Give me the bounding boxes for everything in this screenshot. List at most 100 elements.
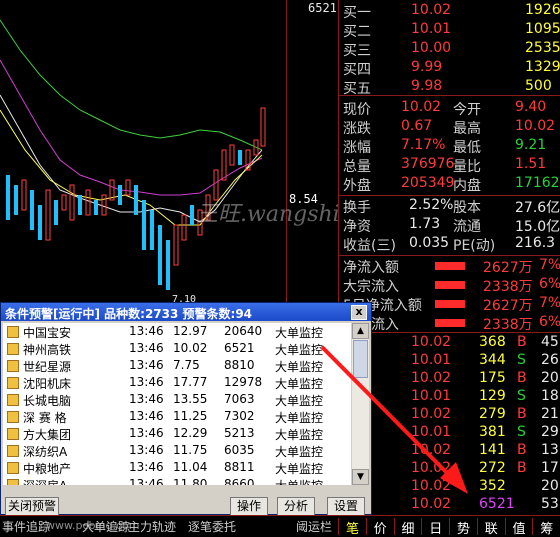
settings-button[interactable]: 设置	[327, 497, 365, 516]
stat2-row: 净资 1.73 流通 15.0亿	[339, 215, 560, 235]
alert-type: 大单监控	[275, 411, 324, 425]
book-label: 买三	[343, 43, 371, 59]
book-row[interactable]: 买一 10.02 1926	[339, 1, 560, 21]
stock-name: 深纺织A	[23, 445, 68, 459]
stock-name: 沈阳机床	[23, 377, 72, 391]
close-icon[interactable]: x	[351, 305, 367, 320]
stat2-label: 换手	[343, 200, 371, 216]
alert-icon	[7, 445, 19, 457]
tick-volume: 6521	[479, 496, 515, 512]
stat2-value: 2.52%	[409, 197, 454, 213]
tick-price: 10.01	[411, 352, 452, 368]
book-row[interactable]: 买三 10.00 2535	[339, 39, 560, 59]
list-item[interactable]: 方大集团 13:46 12.29 5213 大单监控	[3, 425, 351, 442]
tick-price: 10.01	[411, 388, 452, 404]
analyze-button[interactable]: 分析	[277, 497, 315, 516]
tick-volume: 129	[479, 388, 506, 404]
list-item[interactable]: 长城电脑 13:46 13.55 7063 大单监控	[3, 391, 351, 408]
tick-volume: 272	[479, 460, 506, 476]
stat-row: 涨幅 7.17% 最低 9.21	[339, 136, 560, 156]
tab-right-item[interactable]: 联	[476, 518, 505, 537]
list-item[interactable]: 深深房A 13:46 11.80 8660 大单监控	[3, 476, 351, 485]
flow-label: 大宗流入	[343, 279, 399, 295]
tick-count: 45	[541, 334, 559, 350]
stat2-label: PE(动)	[453, 238, 496, 254]
stat-value: 1.51	[515, 156, 547, 172]
close-alert-button[interactable]: 关闭预警	[5, 497, 59, 516]
stock-name: 深 赛 格	[23, 411, 67, 425]
book-volume: 500	[525, 78, 552, 94]
alert-icon	[7, 377, 19, 389]
book-volume: 1329	[525, 59, 560, 75]
alert-type: 大单监控	[275, 445, 324, 459]
alert-time: 13:46	[129, 375, 164, 389]
alert-price: 13.55	[173, 392, 208, 406]
tab-right-item[interactable]: 值	[504, 518, 533, 537]
flow-amount: 2627万	[483, 298, 533, 314]
list-item[interactable]: 神州高铁 13:46 10.02 6521 大单监控	[3, 340, 351, 357]
flow-amount: 2338万	[483, 279, 533, 295]
alert-time: 13:46	[129, 341, 164, 355]
tick-row: 10.01 129 S 18	[339, 387, 560, 407]
book-price: 9.98	[411, 78, 443, 94]
flow-label: 净流入额	[343, 260, 399, 276]
stat2-label: 净资	[343, 219, 371, 235]
tab-right-item[interactable]: 细	[393, 518, 422, 537]
alert-list[interactable]: 中国宝安 13:46 12.97 20640 大单监控 神州高铁 13:46 10.02 652…	[3, 323, 351, 485]
tick-price: 10.02	[411, 460, 452, 476]
scroll-up-icon[interactable]: ▲	[352, 323, 369, 339]
list-item[interactable]: 中粮地产 13:46 11.04 8811 大单监控	[3, 459, 351, 476]
dialog-titlebar[interactable]: 条件预警[运行中] 品种数:2733 预警条数:94 x	[1, 303, 371, 321]
operate-button[interactable]: 操作	[230, 497, 268, 516]
list-item[interactable]: 深 赛 格 13:46 11.25 7302 大单监控	[3, 408, 351, 425]
tab-right-item[interactable]: 笔	[338, 518, 366, 537]
stat-label: 量比	[453, 159, 481, 175]
alert-time: 13:46	[129, 426, 164, 440]
alert-type: 大单监控	[275, 326, 324, 340]
tab-right-item[interactable]: 筹	[532, 518, 560, 537]
book-row[interactable]: 买四 9.99 1329	[339, 58, 560, 78]
alert-icon	[7, 428, 19, 440]
tick-side: B	[517, 406, 527, 422]
alert-icon	[7, 394, 19, 406]
alert-volume: 8660	[224, 477, 255, 485]
alert-time: 13:46	[129, 358, 164, 372]
list-item[interactable]: 世纪星源 13:46 7.75 8810 大单监控	[3, 357, 351, 374]
book-label: 买二	[343, 24, 371, 40]
alert-price: 10.02	[173, 341, 208, 355]
tab-left-item[interactable]: 事件追踪	[2, 518, 50, 535]
scroll-thumb[interactable]	[353, 340, 368, 378]
book-row[interactable]: 买五 9.98 500	[339, 77, 560, 97]
tab-column-label[interactable]: 阈运栏	[296, 518, 332, 535]
alert-volume: 12978	[224, 375, 263, 389]
tab-left-item[interactable]: 逐笔委托	[188, 518, 236, 535]
list-item[interactable]: 深纺织A 13:46 11.75 6035 大单监控	[3, 442, 351, 459]
list-item[interactable]: 沈阳机床 13:46 17.77 12978 大单监控	[3, 374, 351, 391]
alert-volume: 7302	[224, 409, 255, 423]
alert-volume: 6521	[224, 341, 255, 355]
alert-price: 11.75	[173, 443, 208, 457]
stat-row: 总量 376976 量比 1.51	[339, 155, 560, 175]
alert-time: 13:46	[129, 324, 164, 338]
tick-side: B	[517, 460, 527, 476]
tick-row: 10.01 381 S 29	[339, 423, 560, 443]
book-row[interactable]: 买二 10.01 1095	[339, 20, 560, 40]
scroll-down-icon[interactable]: ▼	[352, 469, 369, 485]
scrollbar[interactable]: ▲ ▼	[352, 323, 369, 485]
tick-count: 26	[541, 352, 559, 368]
alert-volume: 8810	[224, 358, 255, 372]
stat-value: 171627	[515, 175, 560, 191]
tab-right-item[interactable]: 价	[365, 518, 394, 537]
list-item[interactable]: 中国宝安 13:46 12.97 20640 大单监控	[3, 323, 351, 340]
stock-name: 世纪星源	[23, 360, 72, 374]
alert-time: 13:46	[129, 443, 164, 457]
tab-right-item[interactable]: 势	[449, 518, 477, 537]
tick-price: 10.02	[411, 478, 452, 494]
tick-price: 10.02	[411, 442, 452, 458]
stat-label: 外盘	[343, 178, 371, 194]
tick-volume: 175	[479, 370, 506, 386]
book-price: 10.01	[411, 21, 452, 37]
tick-row: 10.01 344 S 26	[339, 351, 560, 371]
stat-value: 376976	[401, 156, 455, 172]
tab-right-item[interactable]: 日	[421, 518, 449, 537]
